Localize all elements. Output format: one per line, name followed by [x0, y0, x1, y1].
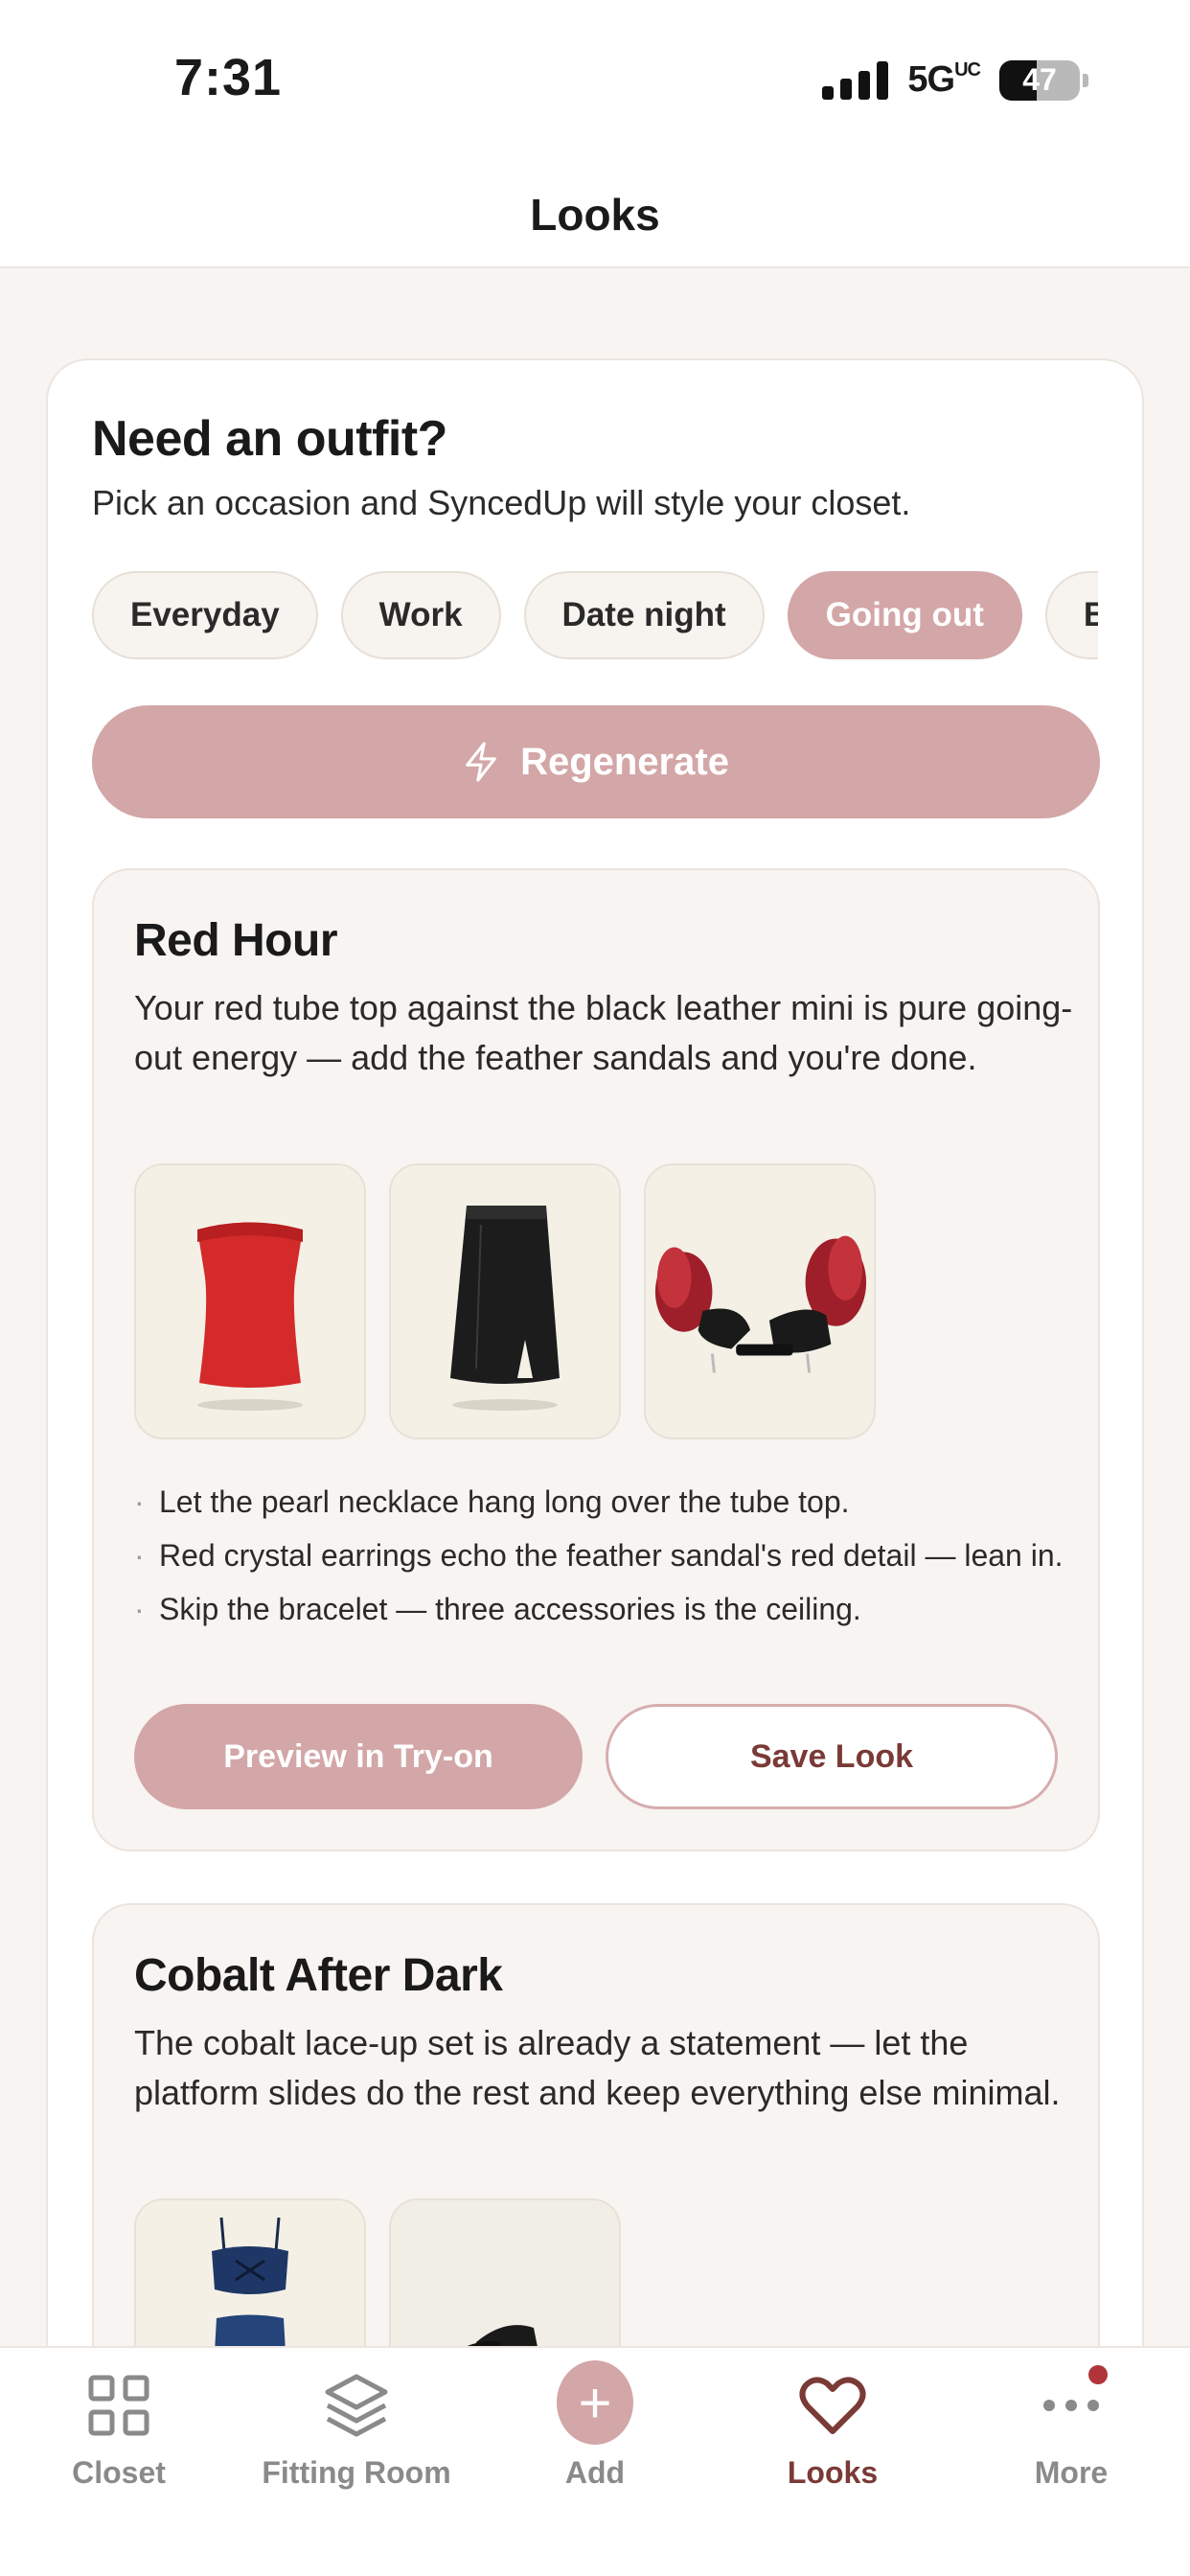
- grid-icon: [80, 2367, 157, 2444]
- tip-item: Skip the bracelet — three accessories is…: [134, 1587, 1073, 1631]
- tab-label: Fitting Room: [262, 2455, 451, 2490]
- plus-icon: +: [557, 2360, 633, 2445]
- generator-title: Need an outfit?: [92, 411, 447, 467]
- tab-looks[interactable]: Looks: [714, 2367, 951, 2491]
- tab-more[interactable]: More: [952, 2365, 1190, 2491]
- feather-sandals-image: [654, 1235, 867, 1373]
- notification-badge: [1088, 2365, 1108, 2384]
- layers-icon: [318, 2367, 395, 2444]
- tab-add[interactable]: + Add: [476, 2360, 714, 2491]
- item-red-tube-top[interactable]: [134, 1163, 366, 1439]
- chip-everyday[interactable]: Everyday: [92, 571, 318, 659]
- battery-icon: 47: [999, 59, 1080, 101]
- add-icon-wrapper: +: [557, 2360, 633, 2445]
- generator-subtitle: Pick an occasion and SyncedUp will style…: [92, 483, 911, 522]
- item-feather-sandals[interactable]: [644, 1163, 876, 1439]
- tab-fitting-room[interactable]: Fitting Room: [238, 2367, 475, 2491]
- battery-tip: [1083, 73, 1088, 87]
- preview-try-on-button[interactable]: Preview in Try-on: [134, 1704, 583, 1809]
- battery-level: 47: [1022, 62, 1057, 97]
- look-description: The cobalt lace-up set is already a stat…: [134, 2023, 1061, 2112]
- look-card: Red Hour Your red tube top against the b…: [92, 868, 1100, 1852]
- look-description: Your red tube top against the black leat…: [134, 988, 1073, 1077]
- regenerate-label: Regenerate: [520, 740, 729, 783]
- status-indicators: 5GUC 47: [822, 59, 1088, 101]
- status-time: 7:31: [174, 49, 283, 106]
- look-actions: Preview in Try-on Save Look: [134, 1704, 1058, 1809]
- red-tube-top-image: [197, 1222, 303, 1411]
- tab-label: Add: [564, 2455, 626, 2490]
- lightning-icon: [466, 742, 496, 782]
- chip-going-out[interactable]: Going out: [787, 571, 1022, 659]
- outfit-generator-card: Need an outfit? Pick an occasion and Syn…: [46, 358, 1144, 2576]
- tip-item: Let the pearl necklace hang long over th…: [134, 1480, 1073, 1524]
- page-title: Looks: [530, 190, 660, 240]
- tip-item: Red crystal earrings echo the feather sa…: [134, 1533, 1073, 1577]
- look-title: Cobalt After Dark: [134, 1950, 503, 2001]
- network-type: 5GUC: [907, 59, 981, 100]
- leather-skirt-image: [450, 1206, 560, 1411]
- bottom-tab-bar: Closet Fitting Room + Add Looks More: [0, 2346, 1190, 2576]
- look-items: [134, 1163, 876, 1439]
- regenerate-button[interactable]: Regenerate: [92, 705, 1100, 818]
- look-title: Red Hour: [134, 915, 338, 966]
- chip-work[interactable]: Work: [340, 571, 501, 659]
- item-black-leather-mini[interactable]: [389, 1163, 621, 1439]
- status-bar: 7:31 5GUC 47: [0, 0, 1190, 163]
- tab-label: Closet: [72, 2455, 166, 2490]
- occasion-chips: Everyday Work Date night Going out B: [92, 571, 1098, 663]
- save-look-button[interactable]: Save Look: [606, 1704, 1058, 1809]
- tab-label: Looks: [787, 2455, 879, 2490]
- chip-partial[interactable]: B: [1044, 571, 1098, 659]
- tab-closet[interactable]: Closet: [0, 2367, 238, 2491]
- nav-header: Looks: [0, 163, 1190, 268]
- tab-label: More: [1034, 2455, 1109, 2490]
- styling-tips: Let the pearl necklace hang long over th…: [134, 1480, 1073, 1641]
- more-dots-icon: [1033, 2365, 1110, 2444]
- chip-date-night[interactable]: Date night: [523, 571, 765, 659]
- heart-icon: [794, 2367, 871, 2444]
- cellular-signal-icon: [822, 60, 889, 100]
